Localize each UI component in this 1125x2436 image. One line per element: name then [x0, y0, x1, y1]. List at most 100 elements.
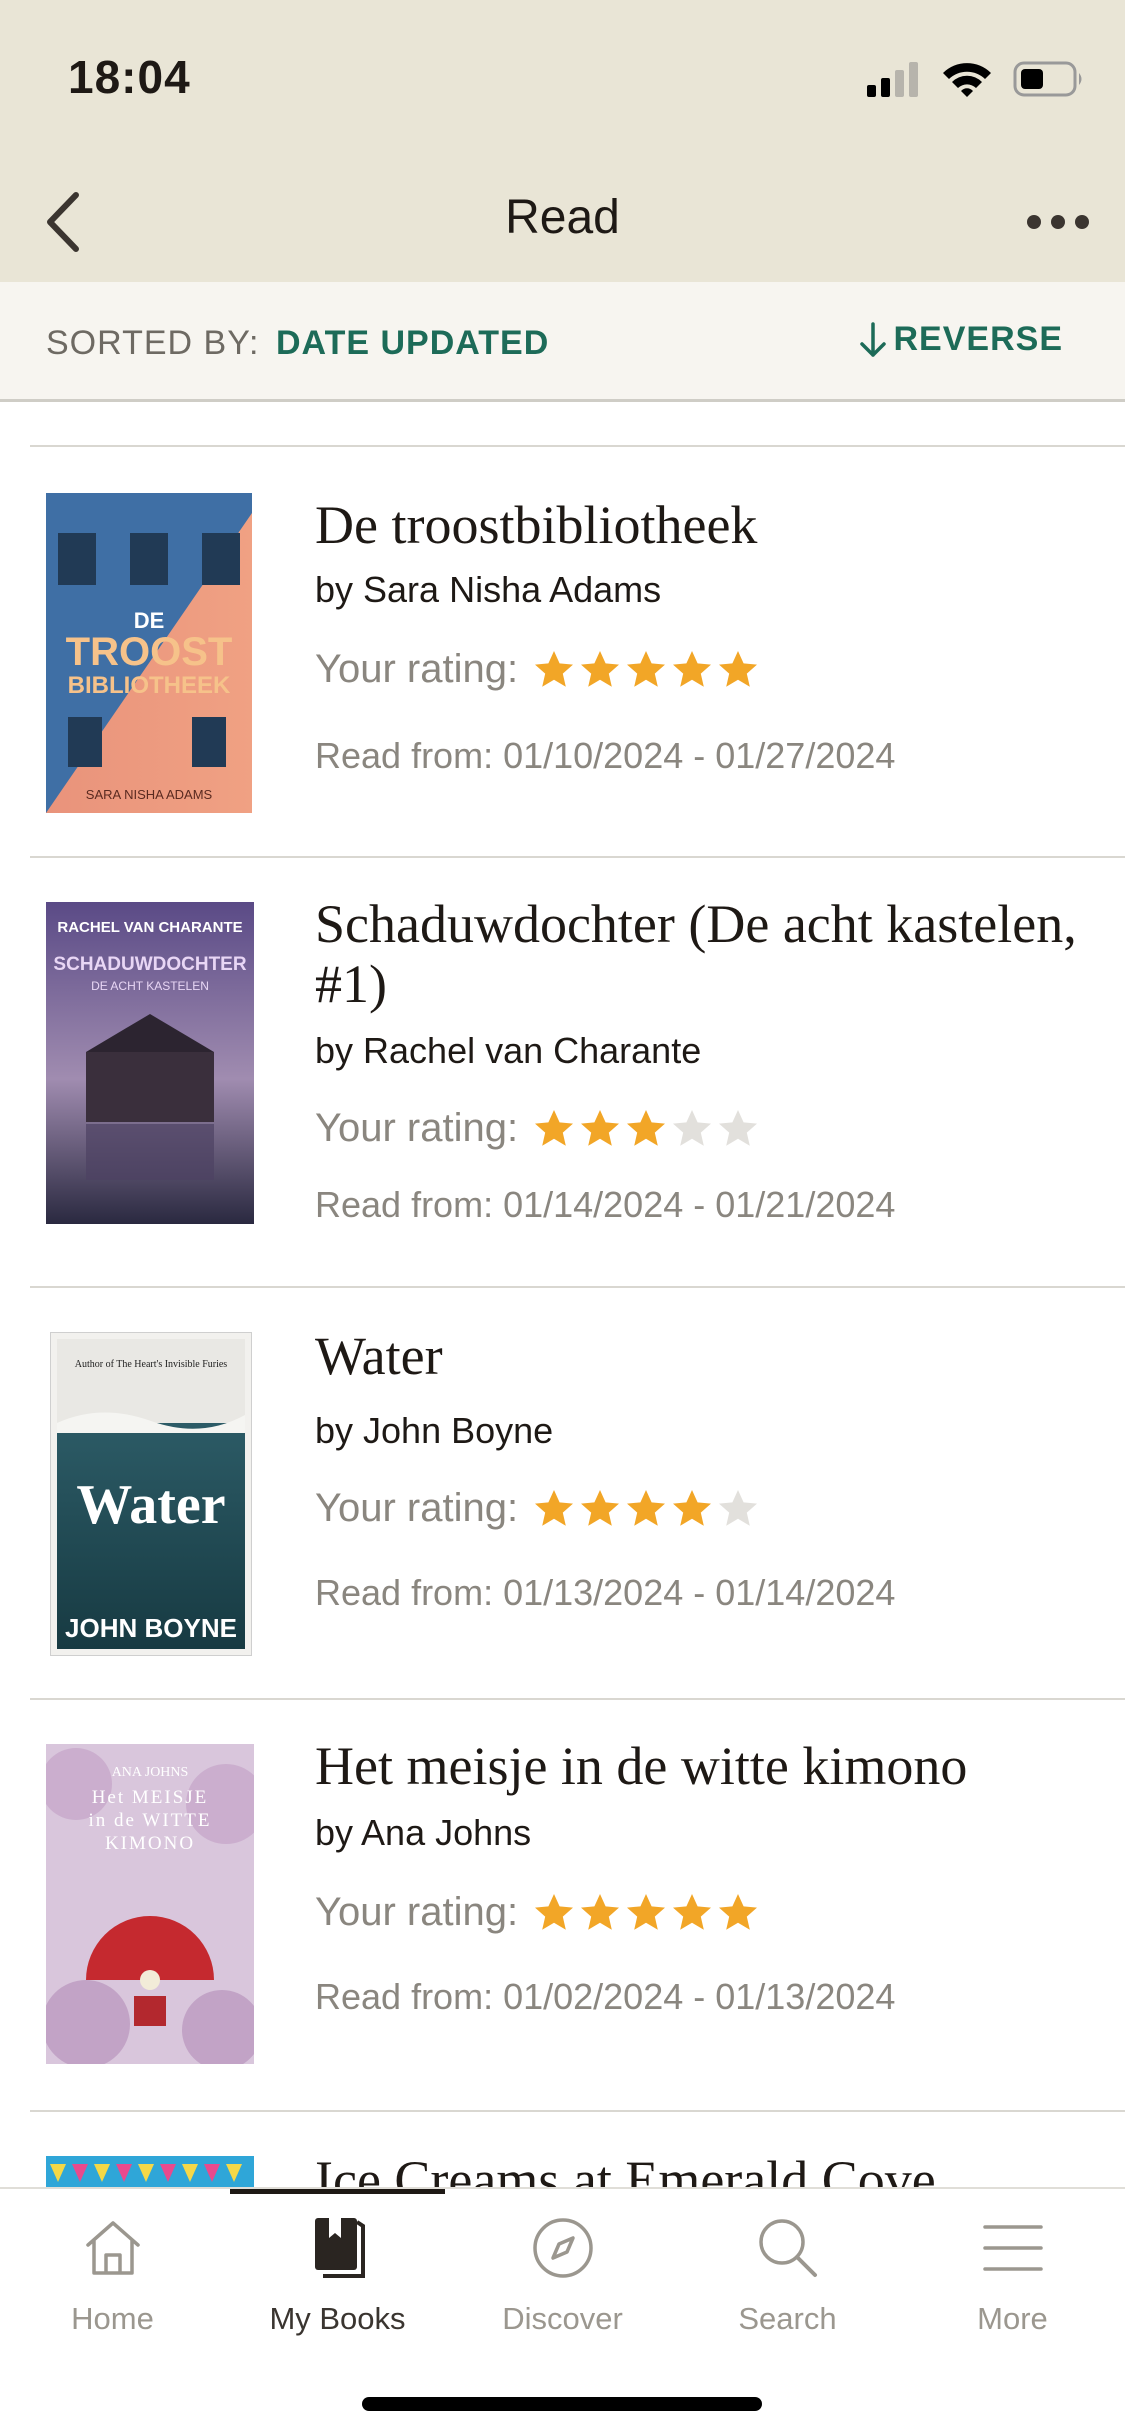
book-icon — [303, 2213, 373, 2283]
book-rating: Your rating: — [315, 647, 760, 692]
book-row[interactable]: Ice Creams at Emerald Cove — [0, 2112, 1125, 2187]
search-icon — [753, 2213, 823, 2283]
star-filled-icon[interactable] — [532, 1107, 576, 1151]
book-title[interactable]: Ice Creams at Emerald Cove — [315, 2150, 1095, 2187]
star-filled-icon[interactable] — [624, 648, 668, 692]
tab-search[interactable]: Search — [675, 2213, 900, 2363]
sort-value-button[interactable]: DATE UPDATED — [276, 324, 549, 363]
cover-author-text: JOHN BOYNE — [65, 1613, 237, 1643]
book-author[interactable]: by Rachel van Charante — [315, 1030, 701, 1072]
star-rating[interactable] — [532, 648, 760, 692]
sort-bar: SORTED BY: DATE UPDATED REVERSE — [0, 282, 1125, 402]
star-filled-icon[interactable] — [624, 1891, 668, 1935]
book-rating: Your rating: — [315, 1890, 760, 1935]
tab-label: Discover — [502, 2301, 623, 2336]
cover-main-text: TROOST — [66, 630, 233, 674]
tab-more[interactable]: More — [900, 2213, 1125, 2363]
rating-label: Your rating: — [315, 1106, 519, 1150]
cover-top-text: ANA JOHNS — [112, 1765, 189, 1780]
star-filled-icon[interactable] — [532, 648, 576, 692]
rating-label: Your rating: — [315, 647, 519, 691]
home-indicator[interactable] — [362, 2397, 762, 2411]
status-time: 18:04 — [68, 51, 191, 103]
tab-home[interactable]: Home — [0, 2213, 225, 2363]
book-read-dates: Read from: 01/02/2024 - 01/13/2024 — [315, 1976, 896, 2017]
arrow-down-icon — [859, 321, 886, 357]
wifi-icon — [943, 63, 991, 97]
more-options-button[interactable] — [1013, 182, 1103, 262]
book-author[interactable]: by Ana Johns — [315, 1812, 531, 1854]
cover-top-text: Author of The Heart's Invisible Furies — [75, 1359, 228, 1370]
home-icon — [78, 2213, 148, 2283]
book-cover[interactable]: ANA JOHNS Het MEISJE in de WITTE KIMONO — [46, 1744, 254, 2064]
tab-my-books[interactable]: My Books — [225, 2213, 450, 2363]
book-rating: Your rating: — [315, 1486, 760, 1531]
book-cover[interactable]: RACHEL VAN CHARANTE SCHADUWDOCHTER DE AC… — [46, 902, 254, 1224]
star-filled-icon[interactable] — [670, 1487, 714, 1531]
book-title[interactable]: Het meisje in de witte kimono — [315, 1736, 1095, 1796]
tab-label: Search — [738, 2301, 837, 2336]
book-row[interactable]: Author of The Heart's Invisible Furies W… — [0, 1288, 1125, 1698]
book-cover[interactable] — [46, 2156, 254, 2187]
book-cover[interactable]: Author of The Heart's Invisible Furies W… — [50, 1332, 252, 1656]
cover-author-text: SARA NISHA ADAMS — [86, 787, 213, 802]
book-cover[interactable]: DE TROOST BIBLIOTHEEK SARA NISHA ADAMS — [46, 493, 252, 813]
menu-icon — [978, 2213, 1048, 2283]
rating-label: Your rating: — [315, 1890, 519, 1934]
book-author[interactable]: by John Boyne — [315, 1410, 553, 1452]
status-icons — [865, 60, 1085, 98]
book-read-dates: Read from: 01/14/2024 - 01/21/2024 — [315, 1184, 896, 1225]
book-author[interactable]: by Sara Nisha Adams — [315, 569, 661, 611]
tab-discover[interactable]: Discover — [450, 2213, 675, 2363]
star-filled-icon[interactable] — [670, 648, 714, 692]
book-rating: Your rating: — [315, 1106, 760, 1151]
nav-bar: Read — [0, 160, 1125, 282]
book-row[interactable]: RACHEL VAN CHARANTE SCHADUWDOCHTER DE AC… — [0, 858, 1125, 1286]
star-filled-icon[interactable] — [716, 648, 760, 692]
star-filled-icon[interactable] — [624, 1107, 668, 1151]
ellipsis-icon — [1027, 215, 1089, 229]
book-row[interactable]: ANA JOHNS Het MEISJE in de WITTE KIMONO … — [0, 1700, 1125, 2110]
battery-icon — [1013, 61, 1082, 97]
cover-main-text: SCHADUWDOCHTER — [53, 954, 246, 975]
reverse-label: REVERSE — [893, 320, 1063, 358]
status-bar: 18:04 — [0, 0, 1125, 160]
book-title[interactable]: Water — [315, 1326, 1095, 1386]
star-filled-icon[interactable] — [624, 1487, 668, 1531]
star-filled-icon[interactable] — [532, 1487, 576, 1531]
cellular-signal-icon — [867, 62, 918, 97]
star-filled-icon[interactable] — [578, 648, 622, 692]
star-filled-icon[interactable] — [716, 1891, 760, 1935]
star-empty-icon[interactable] — [670, 1107, 714, 1151]
compass-icon — [528, 2213, 598, 2283]
book-title[interactable]: De troostbibliotheek — [315, 495, 1095, 555]
rating-label: Your rating: — [315, 1486, 519, 1530]
star-rating[interactable] — [532, 1891, 760, 1935]
star-empty-icon[interactable] — [716, 1487, 760, 1531]
book-cover-art: DE TROOST BIBLIOTHEEK SARA NISHA ADAMS — [46, 493, 252, 813]
star-filled-icon[interactable] — [532, 1891, 576, 1935]
page-title: Read — [505, 191, 620, 244]
book-cover-art: Author of The Heart's Invisible Furies W… — [51, 1333, 251, 1655]
book-cover-art — [46, 2156, 254, 2182]
star-filled-icon[interactable] — [578, 1891, 622, 1935]
tab-label: My Books — [269, 2301, 406, 2336]
book-list: DE TROOST BIBLIOTHEEK SARA NISHA ADAMS D… — [0, 402, 1125, 2187]
star-rating[interactable] — [532, 1487, 760, 1531]
reverse-sort-button[interactable]: REVERSE — [858, 320, 1064, 359]
book-read-dates: Read from: 01/10/2024 - 01/27/2024 — [315, 735, 896, 776]
star-filled-icon[interactable] — [670, 1891, 714, 1935]
book-read-dates: Read from: 01/13/2024 - 01/14/2024 — [315, 1572, 896, 1613]
star-filled-icon[interactable] — [578, 1487, 622, 1531]
cover-main-text: Water — [76, 1474, 225, 1536]
cover-sub-text: BIBLIOTHEEK — [68, 672, 231, 699]
star-rating[interactable] — [532, 1107, 760, 1151]
star-empty-icon[interactable] — [716, 1107, 760, 1151]
star-filled-icon[interactable] — [578, 1107, 622, 1151]
tab-label: More — [977, 2301, 1048, 2336]
book-title[interactable]: Schaduwdochter (De acht kastelen, #1) — [315, 894, 1095, 1014]
active-tab-indicator — [230, 2189, 445, 2194]
cover-main-text: Het MEISJE in de WITTE KIMONO — [88, 1787, 212, 1854]
book-cover-art: RACHEL VAN CHARANTE SCHADUWDOCHTER DE AC… — [46, 902, 254, 1224]
book-row[interactable]: DE TROOST BIBLIOTHEEK SARA NISHA ADAMS D… — [0, 447, 1125, 857]
